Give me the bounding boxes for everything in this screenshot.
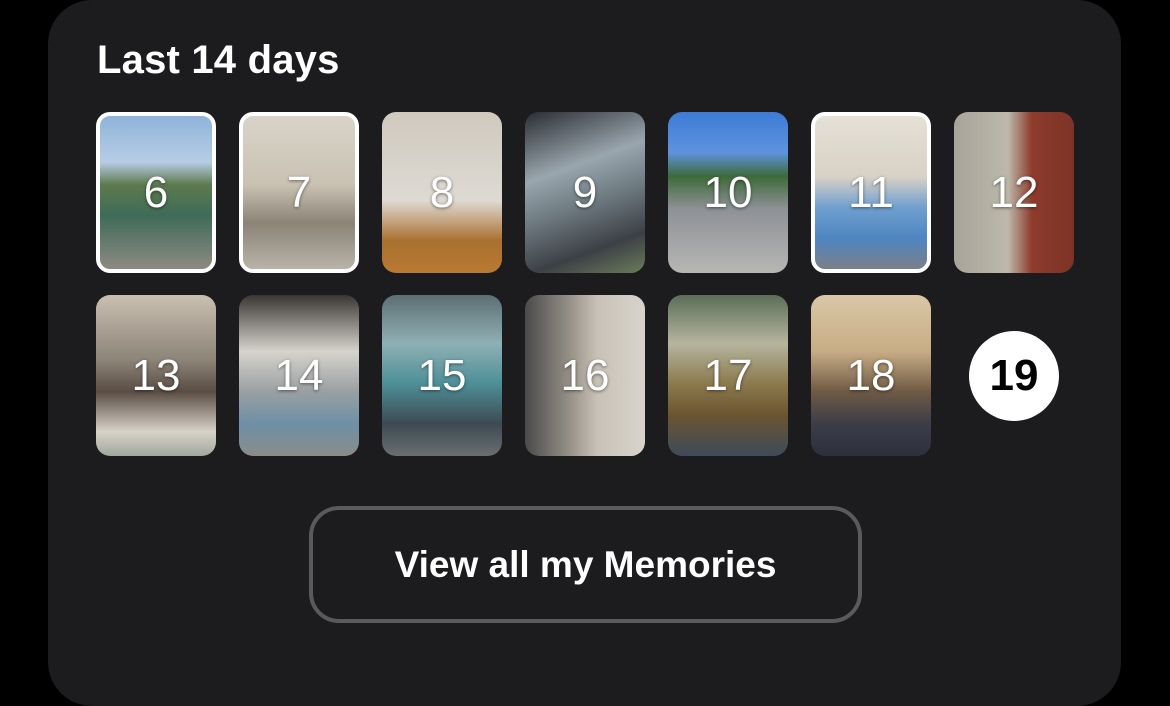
day-number: 11: [848, 167, 894, 217]
day-tile-6[interactable]: 6: [96, 112, 216, 273]
day-tile-18[interactable]: 18: [811, 295, 931, 456]
day-tile-15[interactable]: 15: [382, 295, 502, 456]
day-tile-8[interactable]: 8: [382, 112, 502, 273]
day-number: 14: [274, 350, 324, 400]
today-badge[interactable]: 19: [969, 331, 1059, 421]
day-number: 8: [429, 167, 455, 217]
day-number: 9: [572, 167, 598, 217]
day-tile-10[interactable]: 10: [668, 112, 788, 273]
day-tile-14[interactable]: 14: [239, 295, 359, 456]
day-tile-9[interactable]: 9: [525, 112, 645, 273]
day-tile-17[interactable]: 17: [668, 295, 788, 456]
day-tile-12[interactable]: 12: [954, 112, 1074, 273]
day-tile-16[interactable]: 16: [525, 295, 645, 456]
day-number: 18: [846, 350, 896, 400]
section-title: Last 14 days: [97, 38, 340, 82]
day-number: 6: [143, 167, 169, 217]
day-tile-7[interactable]: 7: [239, 112, 359, 273]
day-tile-13[interactable]: 13: [96, 295, 216, 456]
day-number: 16: [560, 350, 610, 400]
day-number: 13: [131, 350, 181, 400]
day-number: 15: [417, 350, 467, 400]
day-number: 7: [286, 167, 312, 217]
day-number: 10: [703, 167, 753, 217]
day-number: 17: [703, 350, 753, 400]
day-tile-11[interactable]: 11: [811, 112, 931, 273]
day-number: 12: [989, 167, 1039, 217]
view-all-memories-button[interactable]: View all my Memories: [309, 506, 862, 623]
